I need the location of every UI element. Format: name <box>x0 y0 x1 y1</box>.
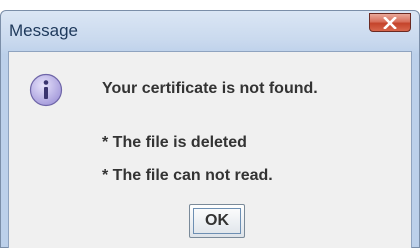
close-button[interactable] <box>369 13 411 32</box>
info-icon <box>29 73 63 107</box>
ok-button[interactable]: OK <box>189 204 245 238</box>
close-icon <box>383 17 397 29</box>
message-text: Your certificate is not found. <box>102 80 318 97</box>
dialog-title: Message <box>9 21 78 40</box>
ok-button-label: OK <box>193 208 241 234</box>
detail-line-2: * The file can not read. <box>102 167 273 184</box>
title-bar[interactable]: Message <box>1 11 419 51</box>
detail-line-1: * The file is deleted <box>102 134 247 151</box>
dialog-body: Your certificate is not found. * The fil… <box>8 51 412 248</box>
message-dialog: Message Your certificate is not found. *… <box>0 10 420 248</box>
